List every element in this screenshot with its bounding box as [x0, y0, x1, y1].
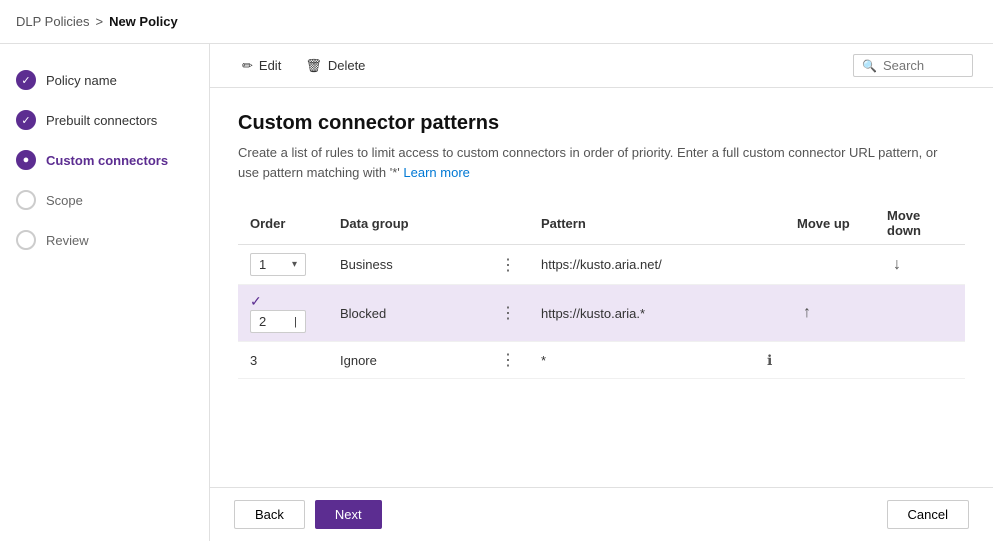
back-button[interactable]: Back: [234, 500, 305, 529]
cell-info: ℹ: [755, 342, 785, 379]
cell-dots-menu[interactable]: ⋮: [488, 245, 529, 285]
sidebar-label-review: Review: [46, 233, 89, 248]
search-box[interactable]: 🔍: [853, 54, 973, 77]
sidebar-item-review[interactable]: Review: [0, 220, 209, 260]
page-title: Custom connector patterns: [238, 112, 965, 135]
page-desc-text: Create a list of rules to limit access t…: [238, 145, 937, 180]
sidebar-item-scope[interactable]: Scope: [0, 180, 209, 220]
breadcrumb: DLP Policies > New Policy: [16, 14, 178, 29]
table-header-row: Order Data group Pattern Move up Move do…: [238, 202, 965, 245]
dots-menu-icon[interactable]: ⋮: [500, 305, 517, 322]
footer-left: Back Next: [234, 500, 382, 529]
connector-table: Order Data group Pattern Move up Move do…: [238, 202, 965, 379]
cell-move-down: [875, 285, 965, 342]
col-dots-1: [488, 202, 529, 245]
sidebar-label-scope: Scope: [46, 193, 83, 208]
cell-dots-menu[interactable]: ⋮: [488, 342, 529, 379]
cell-info: [755, 245, 785, 285]
cell-order: ✓ 2 |: [238, 285, 328, 342]
cell-move-down: [875, 342, 965, 379]
cell-order: 3: [238, 342, 328, 379]
sidebar-label-policy-name: Policy name: [46, 73, 117, 88]
col-data-group: Data group: [328, 202, 488, 245]
cell-pattern: *: [529, 342, 755, 379]
cell-pattern: https://kusto.aria.*: [529, 285, 755, 342]
table-row[interactable]: 3 Ignore ⋮ * ℹ: [238, 342, 965, 379]
edit-button[interactable]: ✏ Edit: [230, 54, 293, 78]
learn-more-link[interactable]: Learn more: [403, 165, 469, 180]
order-dropdown[interactable]: 1 ▾: [250, 253, 306, 276]
main-content: ✏ Edit 🗑 Delete 🔍 Custom connector patte…: [210, 44, 993, 541]
info-icon: ℹ: [767, 352, 772, 368]
sidebar-item-policy-name[interactable]: ✓ Policy name: [0, 60, 209, 100]
cell-info: [755, 285, 785, 342]
edit-label: Edit: [259, 58, 281, 73]
move-up-button[interactable]: ↑: [797, 302, 817, 324]
top-bar: DLP Policies > New Policy: [0, 0, 993, 44]
step-icon-policy-name: ✓: [16, 70, 36, 90]
dots-menu-icon[interactable]: ⋮: [500, 257, 517, 274]
page-description: Create a list of rules to limit access t…: [238, 143, 938, 182]
sidebar-item-custom-connectors[interactable]: ● Custom connectors: [0, 140, 209, 180]
cell-pattern: https://kusto.aria.net/: [529, 245, 755, 285]
delete-label: Delete: [328, 58, 366, 73]
breadcrumb-current: New Policy: [109, 14, 178, 29]
sidebar-item-prebuilt-connectors[interactable]: ✓ Prebuilt connectors: [0, 100, 209, 140]
cell-data-group: Blocked: [328, 285, 488, 342]
sidebar-label-prebuilt: Prebuilt connectors: [46, 113, 157, 128]
edit-icon: ✏: [242, 58, 253, 74]
cell-move-down: ↓: [875, 245, 965, 285]
check-icon: ✓: [250, 293, 262, 309]
delete-button[interactable]: 🗑 Delete: [293, 54, 377, 78]
breadcrumb-sep: >: [95, 14, 103, 29]
chevron-down-icon: ▾: [292, 259, 297, 270]
step-icon-prebuilt: ✓: [16, 110, 36, 130]
order-dropdown[interactable]: 2 |: [250, 310, 306, 333]
sidebar: ✓ Policy name ✓ Prebuilt connectors ● Cu…: [0, 44, 210, 541]
move-down-button[interactable]: ↓: [887, 254, 907, 276]
col-move-down: Move down: [875, 202, 965, 245]
delete-icon: 🗑: [305, 58, 322, 74]
col-move-up: Move up: [785, 202, 875, 245]
table-row[interactable]: 1 ▾ Business ⋮ https://kusto.aria.net/ ↓: [238, 245, 965, 285]
cell-dots-menu[interactable]: ⋮: [488, 285, 529, 342]
dots-menu-icon[interactable]: ⋮: [500, 352, 517, 369]
cell-move-up: [785, 342, 875, 379]
step-icon-scope: [16, 190, 36, 210]
main-layout: ✓ Policy name ✓ Prebuilt connectors ● Cu…: [0, 44, 993, 541]
table-row[interactable]: ✓ 2 | Blocked ⋮ https://kusto.aria.* ↑: [238, 285, 965, 342]
step-icon-review: [16, 230, 36, 250]
footer: Back Next Cancel: [210, 487, 993, 541]
page-content: Custom connector patterns Create a list …: [210, 88, 993, 487]
next-button[interactable]: Next: [315, 500, 382, 529]
content-toolbar: ✏ Edit 🗑 Delete 🔍: [210, 44, 993, 88]
order-num: 3: [250, 353, 257, 368]
cell-move-up: [785, 245, 875, 285]
col-dots-2: [755, 202, 785, 245]
col-order: Order: [238, 202, 328, 245]
cell-order: 1 ▾: [238, 245, 328, 285]
order-num: 1: [259, 257, 266, 272]
search-icon: 🔍: [862, 59, 877, 73]
order-edit-icon[interactable]: |: [294, 316, 297, 328]
cancel-button[interactable]: Cancel: [887, 500, 969, 529]
breadcrumb-parent[interactable]: DLP Policies: [16, 14, 89, 29]
cell-data-group: Business: [328, 245, 488, 285]
cell-data-group: Ignore: [328, 342, 488, 379]
col-pattern: Pattern: [529, 202, 755, 245]
sidebar-label-custom: Custom connectors: [46, 153, 168, 168]
search-input[interactable]: [883, 58, 964, 73]
order-num: 2: [259, 314, 266, 329]
cell-move-up: ↑: [785, 285, 875, 342]
step-icon-custom: ●: [16, 150, 36, 170]
